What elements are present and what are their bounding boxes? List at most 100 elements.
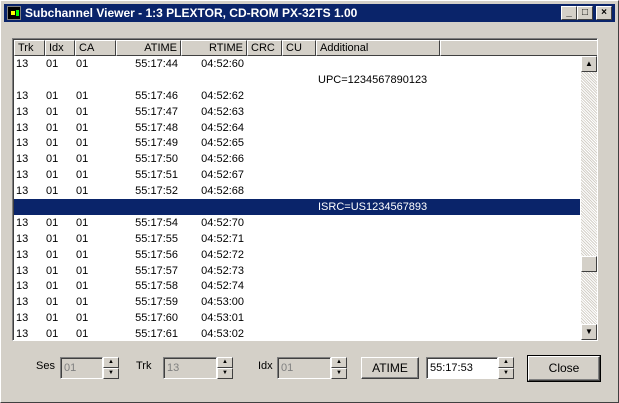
table-row[interactable]: 13 01 01 55:17:59 04:53:00 xyxy=(14,294,580,310)
atime-spin-down-icon[interactable]: ▼ xyxy=(498,368,514,379)
cell-ca: 01 xyxy=(76,169,89,182)
cell-rtime: 04:52:71 xyxy=(201,232,244,245)
cell-idx: 01 xyxy=(46,328,59,341)
ses-field[interactable]: 01 xyxy=(60,357,103,379)
close-window-button[interactable]: × xyxy=(596,6,612,20)
table-row[interactable]: 13 01 01 55:17:60 04:53:01 xyxy=(14,310,580,326)
cell-atime: 55:17:51 xyxy=(135,169,178,182)
cell-trk: 13 xyxy=(16,153,29,166)
list-header: Trk Idx CA ATIME RTIME CRC CU Additional xyxy=(14,40,597,56)
cell-rtime: 04:52:64 xyxy=(201,121,244,134)
cell-rtime: 04:53:00 xyxy=(201,296,244,309)
trk-spin-down-icon[interactable]: ▼ xyxy=(217,368,233,379)
table-row[interactable]: 13 01 01 55:17:56 04:52:72 xyxy=(14,247,580,263)
atime-spinner[interactable]: ▲ ▼ xyxy=(498,357,514,379)
subchannel-list[interactable]: Trk Idx CA ATIME RTIME CRC CU Additional… xyxy=(12,38,598,341)
cell-rtime: 04:52:66 xyxy=(201,153,244,166)
ses-label: Ses xyxy=(36,360,55,372)
cell-rtime: 04:52:60 xyxy=(201,58,244,70)
atime-button[interactable]: ATIME xyxy=(361,357,419,379)
table-row[interactable]: 13 01 01 55:17:47 04:52:63 xyxy=(14,104,580,120)
scroll-up-button[interactable]: ▲ xyxy=(581,56,597,72)
trk-spinner[interactable]: ▲ ▼ xyxy=(217,357,233,379)
cell-rtime: 04:52:72 xyxy=(201,248,244,261)
app-icon xyxy=(7,6,21,20)
cell-idx: 01 xyxy=(46,216,59,229)
cell-trk: 13 xyxy=(16,328,29,341)
cell-idx: 01 xyxy=(46,105,59,118)
cell-idx: 01 xyxy=(46,280,59,293)
cell-trk: 13 xyxy=(16,169,29,182)
cell-atime: 55:17:61 xyxy=(135,328,178,341)
cell-trk: 13 xyxy=(16,248,29,261)
cell-ca: 01 xyxy=(76,89,89,102)
column-header-atime[interactable]: ATIME xyxy=(116,40,181,56)
cell-atime: 55:17:54 xyxy=(135,216,178,229)
cell-idx: 01 xyxy=(46,296,59,309)
cell-rtime: 04:52:74 xyxy=(201,280,244,293)
cell-trk: 13 xyxy=(16,121,29,134)
idx-spin-down-icon[interactable]: ▼ xyxy=(331,368,347,379)
column-header-rtime[interactable]: RTIME xyxy=(181,40,247,56)
title-bar[interactable]: Subchannel Viewer - 1:3 PLEXTOR, CD-ROM … xyxy=(4,4,615,22)
maximize-button[interactable]: □ xyxy=(577,6,593,20)
trk-field[interactable]: 13 xyxy=(163,357,217,379)
table-row[interactable]: 13 01 01 55:17:61 04:53:02 xyxy=(14,326,580,341)
idx-spin-up-icon[interactable]: ▲ xyxy=(331,357,347,368)
idx-field[interactable]: 01 xyxy=(277,357,331,379)
cell-ca: 01 xyxy=(76,232,89,245)
column-header-filler xyxy=(440,40,597,56)
table-row[interactable]: 13 01 01 55:17:50 04:52:66 xyxy=(14,151,580,167)
cell-ca: 01 xyxy=(76,248,89,261)
cell-idx: 01 xyxy=(46,185,59,198)
idx-spinner[interactable]: ▲ ▼ xyxy=(331,357,347,379)
table-row-selected[interactable]: ISRC=US1234567893 xyxy=(14,199,580,215)
ses-spin-down-icon[interactable]: ▼ xyxy=(103,368,119,379)
table-row[interactable]: 13 01 01 55:17:57 04:52:73 xyxy=(14,263,580,279)
table-row[interactable]: 13 01 01 55:17:52 04:52:68 xyxy=(14,183,580,199)
cell-trk: 13 xyxy=(16,264,29,277)
scroll-down-icon: ▼ xyxy=(585,327,593,336)
table-row[interactable]: UPC=1234567890123 xyxy=(14,72,580,88)
cell-atime: 55:17:48 xyxy=(135,121,178,134)
cell-rtime: 04:52:73 xyxy=(201,264,244,277)
window-title: Subchannel Viewer - 1:3 PLEXTOR, CD-ROM … xyxy=(25,6,358,20)
column-header-cu[interactable]: CU xyxy=(282,40,316,56)
cell-atime: 55:17:57 xyxy=(135,264,178,277)
close-button[interactable]: Close xyxy=(527,355,601,382)
column-header-ca[interactable]: CA xyxy=(75,40,116,56)
column-header-additional[interactable]: Additional xyxy=(316,40,440,56)
vertical-scrollbar[interactable]: ▲ ▼ xyxy=(581,56,597,340)
scroll-down-button[interactable]: ▼ xyxy=(581,324,597,340)
table-row[interactable]: 13 01 01 55:17:51 04:52:67 xyxy=(14,167,580,183)
table-row[interactable]: 13 01 01 55:17:49 04:52:65 xyxy=(14,135,580,151)
cell-trk: 13 xyxy=(16,296,29,309)
column-header-idx[interactable]: Idx xyxy=(45,40,75,56)
scroll-thumb[interactable] xyxy=(581,256,597,272)
table-row[interactable]: 13 01 01 55:17:48 04:52:64 xyxy=(14,120,580,136)
cell-trk: 13 xyxy=(16,312,29,325)
ses-spin-up-icon[interactable]: ▲ xyxy=(103,357,119,368)
atime-spin-up-icon[interactable]: ▲ xyxy=(498,357,514,368)
table-row[interactable]: 13 01 01 55:17:58 04:52:74 xyxy=(14,278,580,294)
cell-atime: 55:17:58 xyxy=(135,280,178,293)
cell-rtime: 04:53:02 xyxy=(201,328,244,341)
trk-spin-up-icon[interactable]: ▲ xyxy=(217,357,233,368)
column-header-crc[interactable]: CRC xyxy=(247,40,282,56)
column-header-trk[interactable]: Trk xyxy=(14,40,45,56)
table-row[interactable]: 13 01 01 55:17:46 04:52:62 xyxy=(14,88,580,104)
table-row[interactable]: 13 01 01 55:17:54 04:52:70 xyxy=(14,215,580,231)
cell-trk: 13 xyxy=(16,280,29,293)
cell-atime: 55:17:50 xyxy=(135,153,178,166)
cell-atime: 55:17:56 xyxy=(135,248,178,261)
cell-additional: ISRC=US1234567893 xyxy=(318,201,428,214)
atime-field[interactable]: 55:17:53 xyxy=(426,357,498,379)
cell-ca: 01 xyxy=(76,137,89,150)
ses-spinner[interactable]: ▲ ▼ xyxy=(103,357,119,379)
table-row[interactable]: 13 01 01 55:17:55 04:52:71 xyxy=(14,231,580,247)
cell-atime: 55:17:46 xyxy=(135,89,178,102)
minimize-button[interactable]: _ xyxy=(561,6,577,20)
table-row[interactable]: 13 01 01 55:17:44 04:52:60 xyxy=(14,56,580,72)
cell-rtime: 04:52:67 xyxy=(201,169,244,182)
cell-trk: 13 xyxy=(16,216,29,229)
